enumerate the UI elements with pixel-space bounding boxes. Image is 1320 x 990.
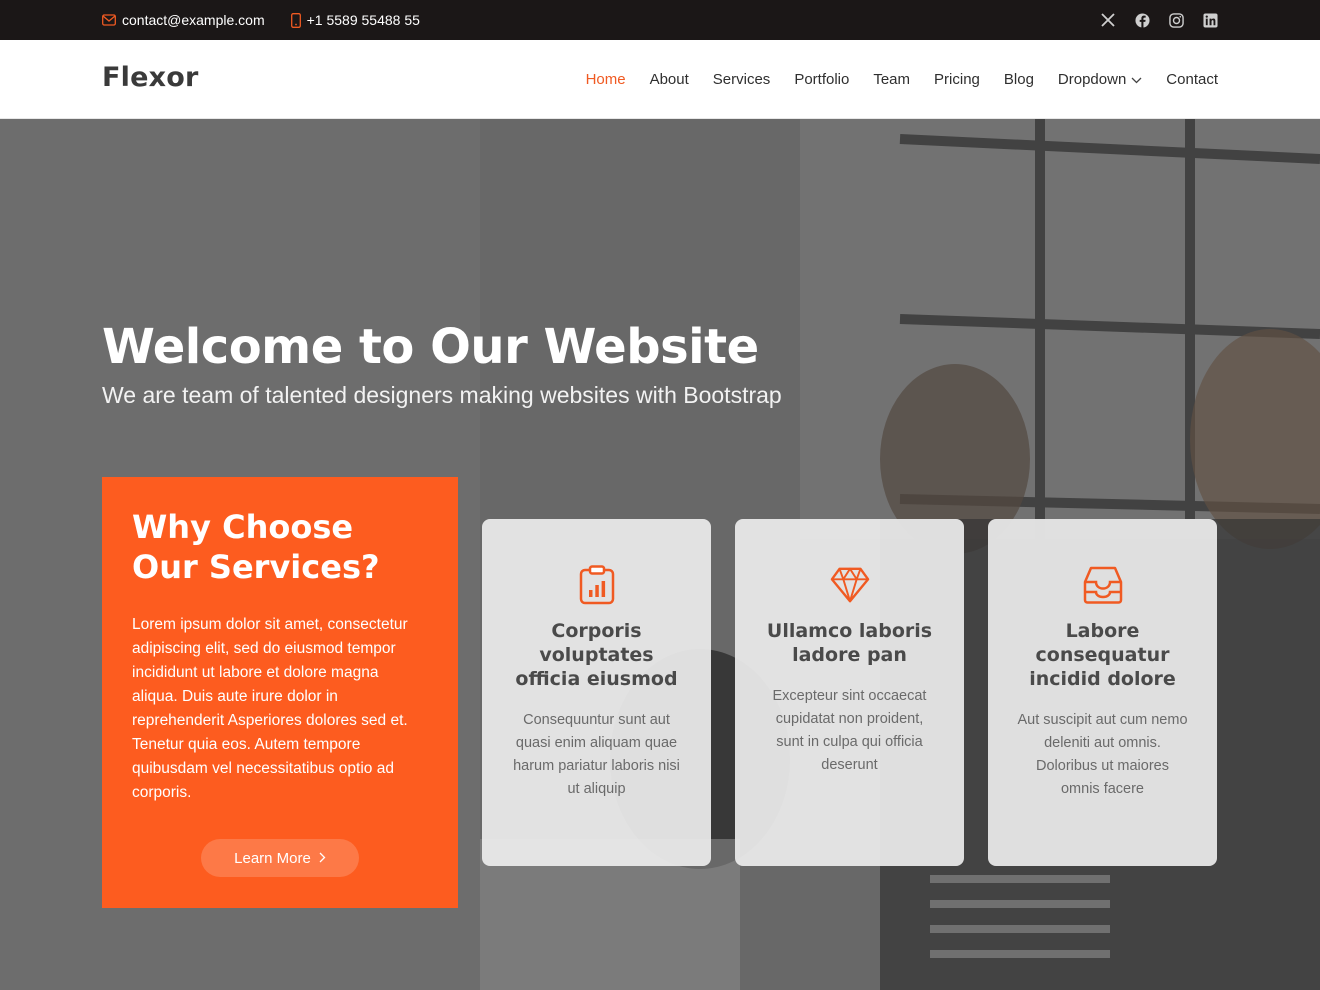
why-choose-text: Lorem ipsum dolor sit amet, consectetur … xyxy=(132,616,408,801)
phone-text: +1 5589 55488 55 xyxy=(306,12,420,28)
service-card: Corporis voluptates officia eiusmod Cons… xyxy=(482,519,711,866)
learn-more-button[interactable]: Learn More xyxy=(201,839,359,877)
why-choose-box: Why Choose Our Services? Lorem ipsum dol… xyxy=(102,477,458,908)
nav-item-services[interactable]: Services xyxy=(713,71,771,88)
chevron-right-icon xyxy=(319,850,326,867)
nav-item-contact[interactable]: Contact xyxy=(1166,71,1218,88)
nav-item-about[interactable]: About xyxy=(650,71,689,88)
hero-section: Welcome to Our Website We are team of ta… xyxy=(0,119,1320,990)
phone-link[interactable]: +1 5589 55488 55 xyxy=(290,12,420,28)
card-title: Labore consequatur incidid dolore xyxy=(1029,620,1176,690)
nav-item-team[interactable]: Team xyxy=(873,71,910,88)
hero-title: Welcome to Our Website xyxy=(102,319,759,375)
learn-more-label: Learn More xyxy=(234,849,311,867)
nav-item-portfolio[interactable]: Portfolio xyxy=(794,71,849,88)
card-text: Consequuntur sunt aut quasi enim aliquam… xyxy=(513,712,680,797)
logo[interactable]: Flexor xyxy=(102,62,199,93)
envelope-icon xyxy=(102,14,116,26)
why-choose-title: Why Choose Our Services? xyxy=(132,508,380,586)
service-card: Ullamco laboris ladore pan Excepteur sin… xyxy=(735,519,964,866)
clipboard-data-icon xyxy=(577,565,617,605)
nav-item-home[interactable]: Home xyxy=(586,71,626,88)
chevron-down-icon xyxy=(1131,71,1142,88)
instagram-icon[interactable] xyxy=(1168,12,1184,28)
card-text: Excepteur sint occaecat cupidatat non pr… xyxy=(772,688,927,773)
site-header: Flexor Home About Services Portfolio Tea… xyxy=(0,40,1320,119)
card-title: Ullamco laboris ladore pan xyxy=(766,620,933,666)
main-nav: Home About Services Portfolio Team Prici… xyxy=(586,40,1218,119)
gem-icon xyxy=(830,565,870,605)
contact-info: contact@example.com +1 5589 55488 55 xyxy=(102,0,420,40)
nav-item-blog[interactable]: Blog xyxy=(1004,71,1034,88)
x-icon[interactable] xyxy=(1100,12,1116,28)
service-card: Labore consequatur incidid dolore Aut su… xyxy=(988,519,1217,866)
social-links xyxy=(1100,0,1218,40)
card-title: Corporis voluptates officia eiusmod xyxy=(515,620,678,690)
email-text: contact@example.com xyxy=(122,12,265,28)
phone-icon xyxy=(290,12,301,28)
nav-item-pricing[interactable]: Pricing xyxy=(934,71,980,88)
nav-item-dropdown-label: Dropdown xyxy=(1057,71,1127,88)
card-text: Aut suscipit aut cum nemo deleniti aut o… xyxy=(1017,712,1188,797)
nav-item-dropdown[interactable]: Dropdown xyxy=(1058,71,1142,88)
hero-subtitle: We are team of talented designers making… xyxy=(102,382,782,408)
facebook-icon[interactable] xyxy=(1134,12,1150,28)
inbox-icon xyxy=(1083,565,1123,605)
email-link[interactable]: contact@example.com xyxy=(102,12,265,28)
linkedin-icon[interactable] xyxy=(1202,12,1218,28)
topbar: contact@example.com +1 5589 55488 55 xyxy=(0,0,1320,40)
